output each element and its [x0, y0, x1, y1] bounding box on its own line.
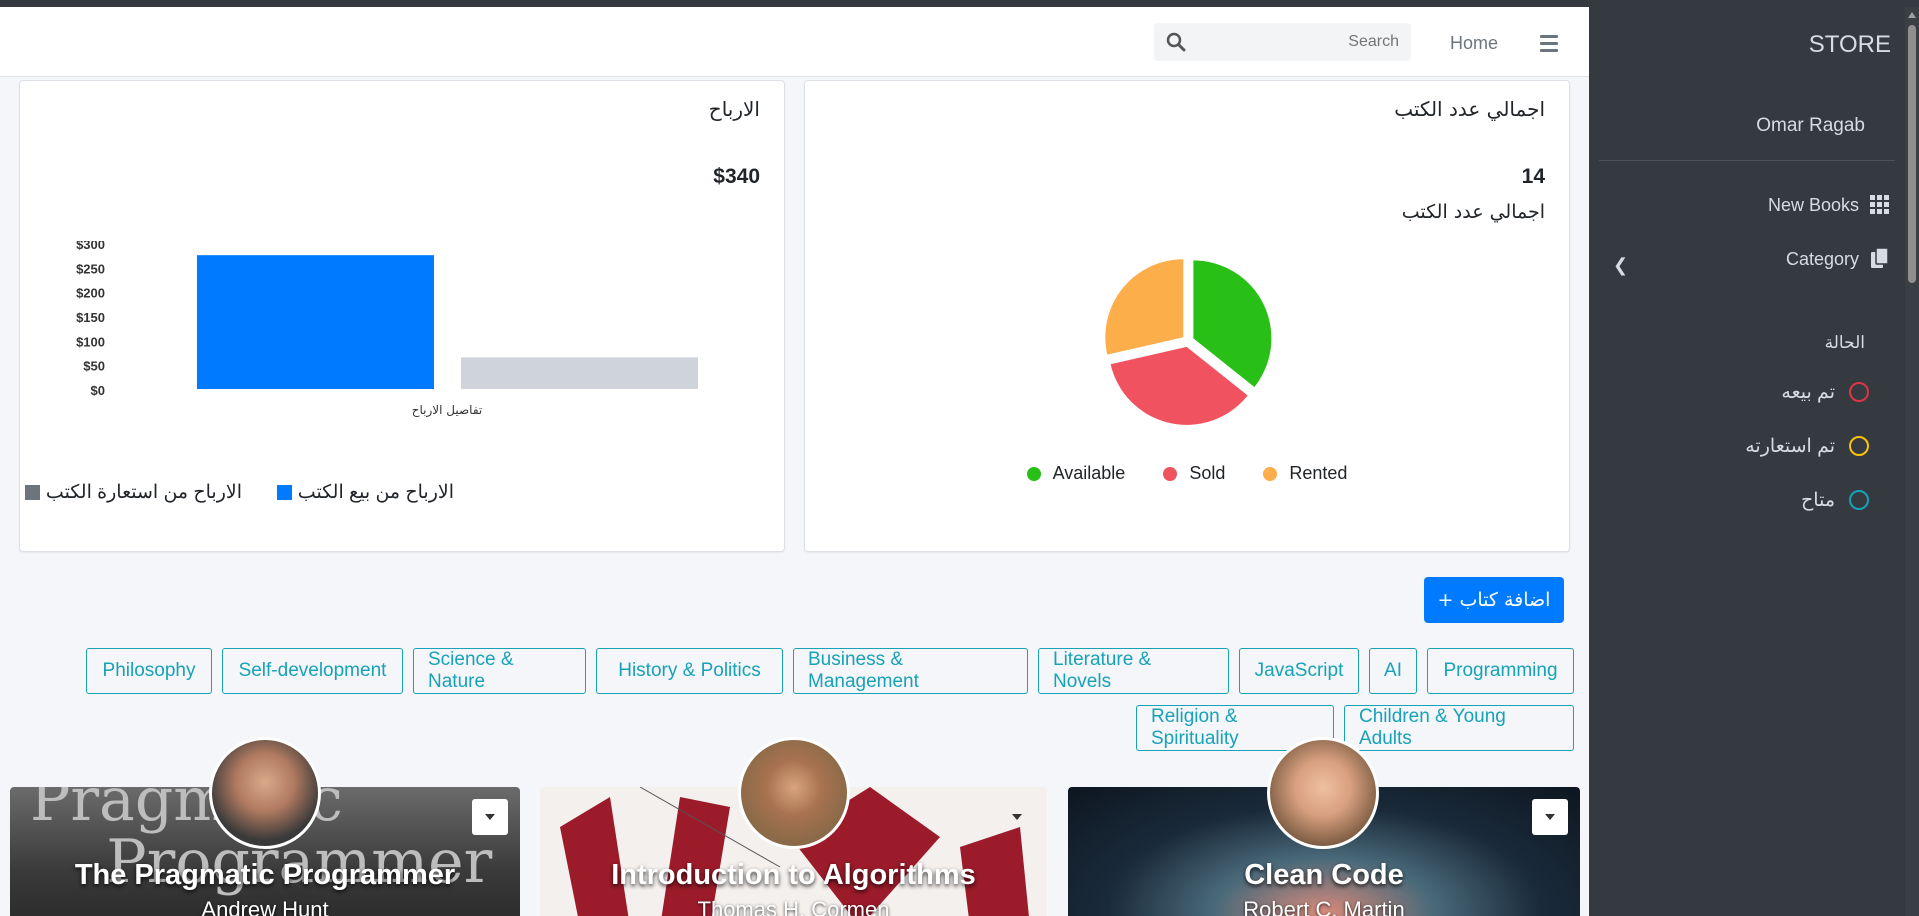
category-button[interactable]: Philosophy — [86, 648, 212, 694]
book-dropdown-button[interactable] — [1532, 799, 1568, 835]
legend-dot — [1263, 466, 1278, 481]
grid-icon — [1869, 194, 1891, 216]
category-button[interactable]: Children & Young Adults — [1344, 705, 1574, 751]
search-input[interactable] — [1154, 23, 1411, 61]
author-avatar — [209, 737, 321, 849]
bar[interactable] — [197, 255, 434, 389]
profits-title: الارباح — [708, 97, 760, 121]
category-button[interactable]: History & Politics — [596, 648, 783, 694]
legend-item: Sold — [1163, 463, 1225, 484]
category-button[interactable]: AI — [1369, 648, 1417, 694]
sidebar-item-category[interactable]: Category — [1786, 244, 1891, 274]
profits-total: $340 — [713, 165, 760, 188]
brand-logo[interactable]: STORE — [1809, 31, 1891, 59]
book-title: The Pragmatic Programmer — [74, 859, 456, 891]
status-label: تم بيعه — [1781, 381, 1835, 403]
book-title: Introduction to Algorithms — [611, 859, 976, 891]
legend-swatch-sales — [276, 485, 292, 500]
books-count-card: اجمالي عدد الكتب 14 اجمالي عدد الكتب Ava… — [804, 80, 1570, 552]
books-count-subtitle: اجمالي عدد الكتب — [1401, 201, 1545, 223]
add-book-button[interactable]: + اضافة كتاب — [1424, 577, 1564, 623]
y-tick-label: $100 — [76, 334, 105, 349]
profits-legend-rent: الارباح من استعارة الكتب — [24, 481, 242, 504]
hamburger-menu-icon[interactable] — [1540, 35, 1558, 56]
sidebar-item-rented[interactable]: تم استعارته — [1745, 431, 1869, 461]
author-avatar — [1267, 737, 1379, 849]
y-tick-label: $0 — [91, 383, 105, 398]
circle-icon — [1849, 490, 1869, 510]
profits-legend: الارباح من بيع الكتب — [276, 481, 454, 504]
sidebar: STORE Omar Ragab New Books Category ❮ ال… — [1589, 7, 1905, 916]
status-label: متاح — [1801, 489, 1835, 511]
status-header: الحالة — [1824, 333, 1865, 352]
legend-dot — [1026, 466, 1041, 481]
category-button[interactable]: JavaScript — [1239, 648, 1359, 694]
y-tick-label: $200 — [76, 286, 105, 301]
sidebar-item-label: New Books — [1767, 194, 1859, 215]
pie-slice[interactable] — [1105, 259, 1184, 355]
top-navbar: Home — [0, 7, 1589, 77]
sidebar-divider — [1599, 160, 1895, 161]
book-title: Clean Code — [1244, 859, 1404, 891]
legend-label: Rented — [1289, 463, 1348, 483]
copy-icon — [1869, 248, 1891, 270]
category-button[interactable]: Business & Management — [793, 648, 1028, 694]
window-top-strip — [0, 0, 1919, 7]
legend-label: Sold — [1189, 463, 1226, 483]
category-button[interactable]: Science & Nature — [413, 648, 586, 694]
category-button[interactable]: Programming — [1427, 648, 1574, 694]
author-avatar — [738, 737, 850, 849]
user-name[interactable]: Omar Ragab — [1756, 115, 1865, 137]
sidebar-item-label: Category — [1785, 248, 1859, 269]
book-dropdown-button[interactable] — [472, 799, 508, 835]
search-icon[interactable] — [1166, 32, 1186, 56]
sidebar-item-new-books[interactable]: New Books — [1768, 190, 1891, 220]
book-author: Robert C. Martin — [1243, 897, 1405, 916]
sidebar-item-sold[interactable]: تم بيعه — [1781, 377, 1869, 407]
circle-icon — [1849, 382, 1869, 402]
books-count-title: اجمالي عدد الكتب — [1394, 97, 1545, 121]
book-author: Andrew Hunt — [201, 897, 329, 916]
legend-label: Available — [1052, 463, 1126, 483]
profits-card: الارباح $340 $0 $50 $100 $150 $200 $250 $300 تف… — [19, 80, 785, 552]
category-button[interactable]: Self-development — [222, 648, 403, 694]
legend-item: Available — [1026, 463, 1126, 484]
y-tick-label: $300 — [76, 241, 105, 252]
home-link[interactable]: Home — [1450, 33, 1498, 54]
y-tick-label: $150 — [76, 310, 105, 325]
y-tick-label: $250 — [76, 261, 105, 276]
bar[interactable] — [461, 357, 698, 389]
book-dropdown-button[interactable] — [999, 799, 1035, 835]
scrollbar-thumb[interactable] — [1908, 25, 1916, 283]
sidebar-item-available[interactable]: متاح — [1801, 485, 1869, 515]
status-label: تم استعارته — [1745, 435, 1835, 457]
pie-legend: Available Sold Rented — [805, 463, 1569, 484]
legend-label-rent: الارباح من استعارة الكتب — [45, 482, 242, 503]
circle-icon — [1849, 436, 1869, 456]
legend-item: Rented — [1263, 463, 1347, 484]
x-tick-label: تفاصيل الارباح — [412, 403, 483, 418]
legend-swatch-rent — [24, 485, 40, 500]
category-button[interactable]: Literature & Novels — [1038, 648, 1229, 694]
scroll-up-arrow-icon[interactable] — [1908, 12, 1916, 18]
y-tick-label: $50 — [83, 359, 105, 374]
books-pie-chart — [1105, 259, 1272, 425]
profits-bar-chart: $0 $50 $100 $150 $200 $250 $300 تفاصيل الارباح — [76, 241, 698, 418]
book-author: Thomas H. Cormen — [697, 897, 890, 916]
chevron-left-icon[interactable]: ❮ — [1613, 255, 1628, 276]
legend-label-sales: الارباح من بيع الكتب — [297, 482, 454, 503]
search-box[interactable] — [1154, 23, 1411, 61]
books-count-value: 14 — [1521, 165, 1545, 188]
legend-dot — [1163, 466, 1178, 481]
